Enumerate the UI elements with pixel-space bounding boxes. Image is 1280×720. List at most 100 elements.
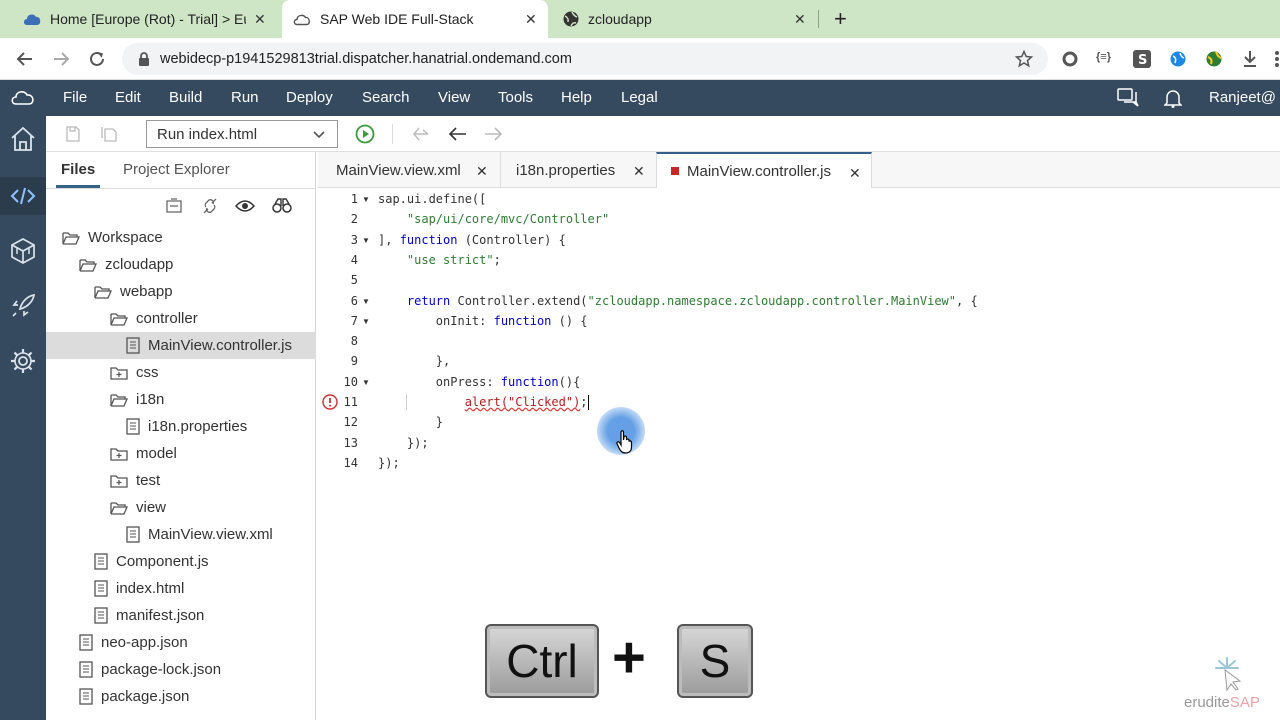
back-arrow-icon[interactable] bbox=[16, 50, 34, 68]
tree-item[interactable]: neo-app.json bbox=[79, 629, 188, 656]
home-icon[interactable] bbox=[8, 124, 38, 154]
menu-edit[interactable]: Edit bbox=[115, 89, 141, 106]
forward-arrow-icon[interactable] bbox=[52, 50, 70, 68]
tree-item[interactable]: package-lock.json bbox=[79, 656, 221, 683]
tree-item[interactable]: test bbox=[110, 467, 160, 494]
tree-item[interactable]: css bbox=[110, 359, 159, 386]
line-number[interactable]: 2 bbox=[318, 212, 358, 226]
line-number[interactable]: 10 bbox=[318, 375, 358, 389]
menu-help[interactable]: Help bbox=[561, 89, 592, 106]
tree-item[interactable]: webapp bbox=[94, 278, 173, 305]
menu-view[interactable]: View bbox=[438, 89, 470, 106]
run-icon[interactable] bbox=[355, 124, 375, 144]
extension-earth-icon[interactable] bbox=[1205, 50, 1223, 68]
go-to-last-edit-icon[interactable] bbox=[411, 126, 431, 142]
browser-tab-home[interactable]: Home [Europe (Rot) - Trial] > Eur ✕ bbox=[0, 0, 278, 38]
extension-circle-icon[interactable] bbox=[1062, 51, 1078, 67]
fold-toggle-icon[interactable]: ▼ bbox=[362, 236, 370, 245]
rocket-icon[interactable] bbox=[8, 291, 38, 321]
menu-build[interactable]: Build bbox=[169, 89, 202, 106]
menu-legal[interactable]: Legal bbox=[621, 89, 658, 106]
close-icon[interactable]: ✕ bbox=[525, 11, 537, 28]
navigate-back-icon[interactable] bbox=[448, 126, 468, 142]
cube-storage-icon[interactable] bbox=[8, 236, 38, 266]
tree-item[interactable]: Component.js bbox=[94, 548, 209, 575]
code-line[interactable]: }, bbox=[378, 351, 450, 371]
code-line[interactable]: onPress: function(){ bbox=[378, 372, 581, 392]
tab-project-explorer[interactable]: Project Explorer bbox=[123, 161, 230, 178]
line-number[interactable]: 7 bbox=[318, 314, 358, 328]
tree-item[interactable]: model bbox=[110, 440, 177, 467]
save-all-icon[interactable] bbox=[100, 125, 118, 143]
close-icon[interactable]: ✕ bbox=[633, 163, 645, 180]
tree-item[interactable]: i18n.properties bbox=[126, 413, 247, 440]
menu-deploy[interactable]: Deploy bbox=[286, 89, 333, 106]
tree-item[interactable]: controller bbox=[110, 305, 198, 332]
menu-file[interactable]: File bbox=[63, 89, 87, 106]
settings-gear-icon[interactable] bbox=[8, 346, 38, 376]
tree-item[interactable]: zcloudapp bbox=[79, 251, 173, 278]
line-number[interactable]: 5 bbox=[318, 273, 358, 287]
line-number[interactable]: 6 bbox=[318, 294, 358, 308]
navigate-forward-icon[interactable] bbox=[483, 126, 503, 142]
line-number[interactable]: 3 bbox=[318, 233, 358, 247]
chat-icon[interactable] bbox=[1117, 88, 1139, 108]
code-line[interactable]: onInit: function () { bbox=[378, 311, 588, 331]
close-icon[interactable]: ✕ bbox=[254, 11, 266, 28]
code-line[interactable]: alert("Clicked"); bbox=[378, 392, 589, 412]
line-number[interactable]: 1 bbox=[318, 192, 358, 206]
tree-item[interactable]: MainView.view.xml bbox=[126, 521, 273, 548]
editor-tab-i18n[interactable]: i18n.properties ✕ bbox=[500, 152, 656, 188]
collapse-all-icon[interactable] bbox=[165, 198, 183, 214]
code-line[interactable]: } bbox=[378, 412, 443, 432]
code-line[interactable]: }); bbox=[378, 453, 400, 473]
extension-s-icon[interactable]: S bbox=[1133, 50, 1151, 68]
download-icon[interactable] bbox=[1242, 50, 1258, 68]
tree-item[interactable]: Workspace bbox=[62, 224, 163, 251]
browser-tab-zcloudapp[interactable]: zcloudapp ✕ bbox=[552, 0, 818, 38]
fold-toggle-icon[interactable]: ▼ bbox=[362, 297, 370, 306]
line-number[interactable]: 12 bbox=[318, 415, 358, 429]
code-line[interactable]: return Controller.extend("zcloudapp.name… bbox=[378, 291, 978, 311]
editor-tab-mainview-xml[interactable]: MainView.view.xml ✕ bbox=[318, 152, 500, 188]
code-line[interactable]: sap.ui.define([ bbox=[378, 189, 486, 209]
fold-toggle-icon[interactable]: ▼ bbox=[362, 195, 370, 204]
fold-toggle-icon[interactable]: ▼ bbox=[362, 378, 370, 387]
code-line[interactable]: }); bbox=[378, 433, 429, 453]
line-number[interactable]: 9 bbox=[318, 354, 358, 368]
tree-item[interactable]: manifest.json bbox=[94, 602, 204, 629]
tree-item[interactable]: package.json bbox=[79, 683, 189, 710]
line-number[interactable]: 4 bbox=[318, 253, 358, 267]
new-tab-button[interactable]: + bbox=[834, 6, 847, 32]
bell-icon[interactable] bbox=[1164, 88, 1182, 108]
fold-toggle-icon[interactable]: ▼ bbox=[362, 317, 370, 326]
tree-item[interactable]: i18n bbox=[110, 386, 164, 413]
close-icon[interactable]: ✕ bbox=[794, 11, 806, 28]
more-vert-icon[interactable] bbox=[1274, 50, 1280, 68]
address-bar[interactable]: webidecp-p1941529813trial.dispatcher.han… bbox=[122, 43, 1048, 75]
binoculars-icon[interactable] bbox=[272, 198, 292, 214]
error-marker-icon[interactable] bbox=[322, 394, 338, 410]
tree-item[interactable]: index.html bbox=[94, 575, 184, 602]
code-development-icon[interactable] bbox=[8, 181, 38, 211]
tree-item[interactable]: view bbox=[110, 494, 166, 521]
line-number[interactable]: 8 bbox=[318, 334, 358, 348]
run-configuration-select[interactable]: Run index.html bbox=[146, 120, 338, 148]
save-icon[interactable] bbox=[64, 125, 82, 143]
user-name[interactable]: Ranjeet@ bbox=[1209, 89, 1276, 106]
reload-icon[interactable] bbox=[88, 50, 106, 68]
tree-item[interactable]: MainView.controller.js bbox=[46, 332, 316, 359]
menu-search[interactable]: Search bbox=[362, 89, 410, 106]
extension-globe-icon[interactable] bbox=[1169, 50, 1187, 68]
code-line[interactable]: "sap/ui/core/mvc/Controller" bbox=[378, 209, 609, 229]
line-number[interactable]: 14 bbox=[318, 456, 358, 470]
tab-files[interactable]: Files bbox=[61, 161, 95, 178]
close-icon[interactable]: ✕ bbox=[476, 163, 488, 180]
extension-braces-icon[interactable]: {≡} bbox=[1096, 51, 1111, 63]
code-line[interactable]: ], function (Controller) { bbox=[378, 230, 566, 250]
menu-tools[interactable]: Tools bbox=[498, 89, 533, 106]
link-icon[interactable] bbox=[201, 198, 219, 214]
code-line[interactable]: "use strict"; bbox=[378, 250, 501, 270]
star-icon[interactable] bbox=[1015, 50, 1033, 68]
line-number[interactable]: 13 bbox=[318, 436, 358, 450]
